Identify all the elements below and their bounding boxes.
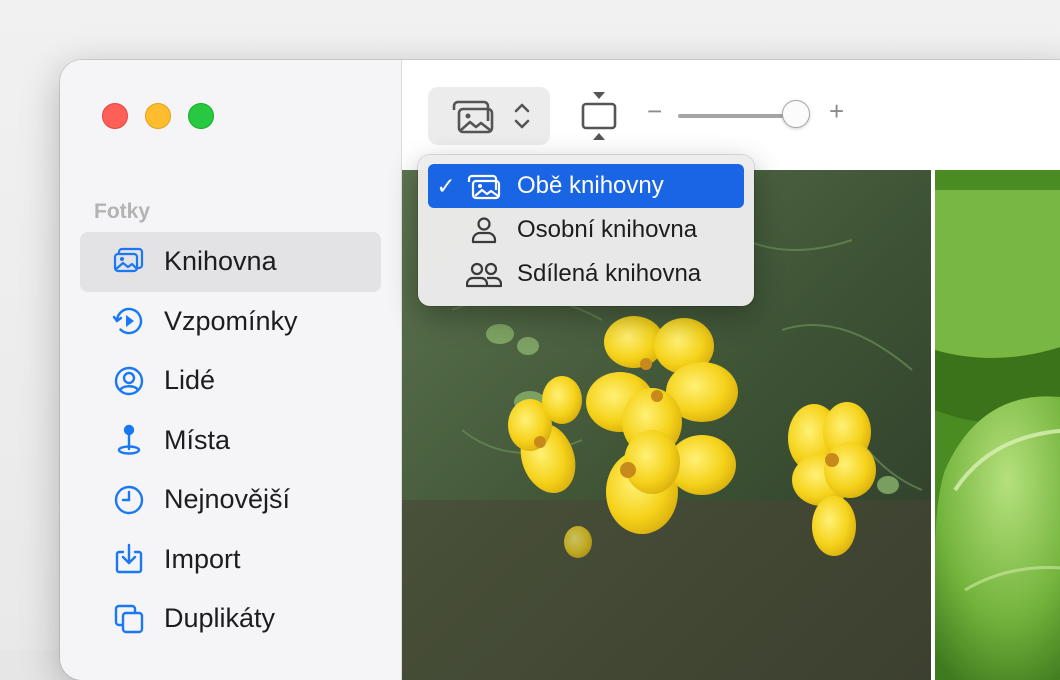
sidebar-item-label: Knihovna xyxy=(164,246,277,277)
menu-item-both-libraries[interactable]: ✓ Obě knihovny xyxy=(428,164,744,208)
sidebar-section-label: Fotky xyxy=(94,200,151,223)
both-libraries-icon xyxy=(464,171,504,201)
zoom-button[interactable] xyxy=(188,103,214,129)
sidebar-item-label: Vzpomínky xyxy=(164,305,298,336)
library-icon xyxy=(112,245,146,279)
main-content: − + xyxy=(402,60,1060,680)
recents-icon xyxy=(112,483,146,517)
zoom-out-icon[interactable]: − xyxy=(647,98,662,124)
zoom-slider-knob[interactable] xyxy=(781,100,810,128)
sidebar-item-label: Duplikáty xyxy=(164,603,276,634)
close-button[interactable] xyxy=(102,103,128,129)
duplicates-icon xyxy=(112,602,146,636)
menu-item-shared-library[interactable]: Sdílená knihovna xyxy=(428,252,744,296)
sidebar-item-library[interactable]: Knihovna xyxy=(80,232,381,292)
sidebar: Fotky Knihovna Vzpomínky Lidé Místa Nejn… xyxy=(60,60,402,680)
sidebar-item-recents[interactable]: Nejnovější xyxy=(80,470,381,530)
sidebar-item-import[interactable]: Import xyxy=(80,530,381,590)
minimize-button[interactable] xyxy=(145,103,171,129)
people-icon xyxy=(112,364,146,398)
menu-item-label: Osobní knihovna xyxy=(517,216,698,243)
menu-item-personal-library[interactable]: Osobní knihovna xyxy=(428,208,744,252)
window-controls xyxy=(102,103,214,129)
menu-item-label: Sdílená knihovna xyxy=(517,260,702,287)
sidebar-item-people[interactable]: Lidé xyxy=(80,351,381,411)
library-picker-button[interactable] xyxy=(428,87,550,145)
photos-window: Fotky Knihovna Vzpomínky Lidé Místa Nejn… xyxy=(60,60,1060,680)
checkmark-icon: ✓ xyxy=(436,172,456,199)
sidebar-item-label: Lidé xyxy=(164,365,216,396)
sidebar-item-label: Nejnovější xyxy=(164,484,291,515)
toolbar: − + xyxy=(402,60,1060,170)
sidebar-item-label: Místa xyxy=(164,424,231,455)
sidebar-nav: Knihovna Vzpomínky Lidé Místa Nejnovější… xyxy=(80,232,381,649)
chevron-up-down-icon xyxy=(514,103,530,129)
zoom-in-icon[interactable]: + xyxy=(829,98,844,124)
two-people-icon xyxy=(464,259,504,289)
menu-item-label: Obě knihovny xyxy=(517,172,664,199)
person-icon xyxy=(464,215,504,245)
import-icon xyxy=(112,542,146,576)
places-icon xyxy=(112,423,146,457)
library-dropdown-menu: ✓ Obě knihovny Osobní knihovna Sdílená k… xyxy=(418,155,754,306)
memories-icon xyxy=(112,304,146,338)
sidebar-item-duplicates[interactable]: Duplikáty xyxy=(80,589,381,649)
photo-thumbnail-green-plant[interactable] xyxy=(935,170,1060,680)
fit-view-icon[interactable] xyxy=(576,88,622,144)
sidebar-item-memories[interactable]: Vzpomínky xyxy=(80,292,381,352)
photo-library-icon xyxy=(452,100,494,134)
sidebar-item-label: Import xyxy=(164,543,241,574)
sidebar-item-places[interactable]: Místa xyxy=(80,411,381,471)
